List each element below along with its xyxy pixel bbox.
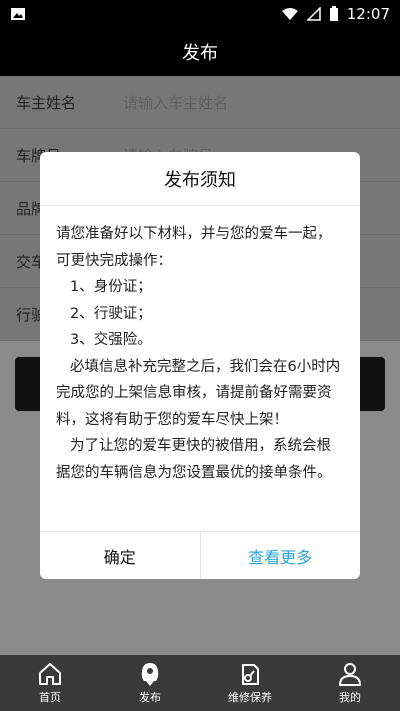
- dialog-paragraph: 为了让您的爱车更快的被借用，系统会根据您的车辆信息为您设置最优的接单条件。: [56, 438, 332, 481]
- maintenance-icon: [242, 664, 259, 685]
- wifi-icon: [281, 8, 298, 20]
- dialog-title: 发布须知: [40, 152, 360, 206]
- header: 发布: [0, 28, 400, 76]
- dialog-list-item: 3、交强险。: [70, 332, 152, 348]
- status-time: 12:07: [346, 5, 390, 23]
- nav-label: 发布: [139, 691, 161, 704]
- form-label: 车主姓名: [16, 93, 77, 112]
- publish-notice-dialog: 发布须知 请您准备好以下材料，并与您的爱车一起，可更快完成操作： 1、身份证； …: [40, 152, 360, 579]
- nav-label: 维修保养: [228, 691, 272, 704]
- dialog-paragraph: 必填信息补充完整之后，我们会在6小时内完成您的上架信息审核，请提前备好需要资料，…: [56, 358, 341, 428]
- bottom-nav: 首页 发布 维修保养 我的: [0, 655, 400, 711]
- dialog-list-item: 2、行驶证；: [70, 305, 152, 322]
- nav-label: 首页: [39, 691, 61, 704]
- signal-icon: [306, 7, 321, 21]
- form-row-owner-name[interactable]: 车主姓名 请输入车主姓名: [0, 76, 400, 129]
- nav-item-home[interactable]: 首页: [0, 655, 100, 711]
- dialog-paragraph: 请您准备好以下材料，并与您的爱车一起，可更快完成操作：: [56, 226, 332, 269]
- nav-item-profile[interactable]: 我的: [300, 655, 400, 711]
- nav-item-publish[interactable]: 发布: [100, 655, 200, 711]
- image-notification-icon: [11, 8, 25, 20]
- dialog-list-item: 1、身份证；: [70, 279, 152, 295]
- publish-icon: [141, 663, 159, 686]
- dialog-body: 请您准备好以下材料，并与您的爱车一起，可更快完成操作： 1、身份证； 2、行驶证…: [40, 206, 360, 530]
- nav-label: 我的: [339, 691, 361, 704]
- page-title: 发布: [182, 43, 218, 64]
- profile-icon: [339, 663, 361, 686]
- view-more-button[interactable]: 查看更多: [201, 532, 361, 579]
- dialog-footer: 确定 查看更多: [40, 531, 360, 579]
- confirm-button[interactable]: 确定: [40, 532, 201, 579]
- status-bar: 12:07: [0, 0, 400, 28]
- battery-icon: [329, 6, 338, 21]
- nav-item-maintenance[interactable]: 维修保养: [200, 655, 300, 711]
- home-icon: [39, 663, 61, 685]
- owner-name-input[interactable]: 请输入车主姓名: [123, 92, 228, 113]
